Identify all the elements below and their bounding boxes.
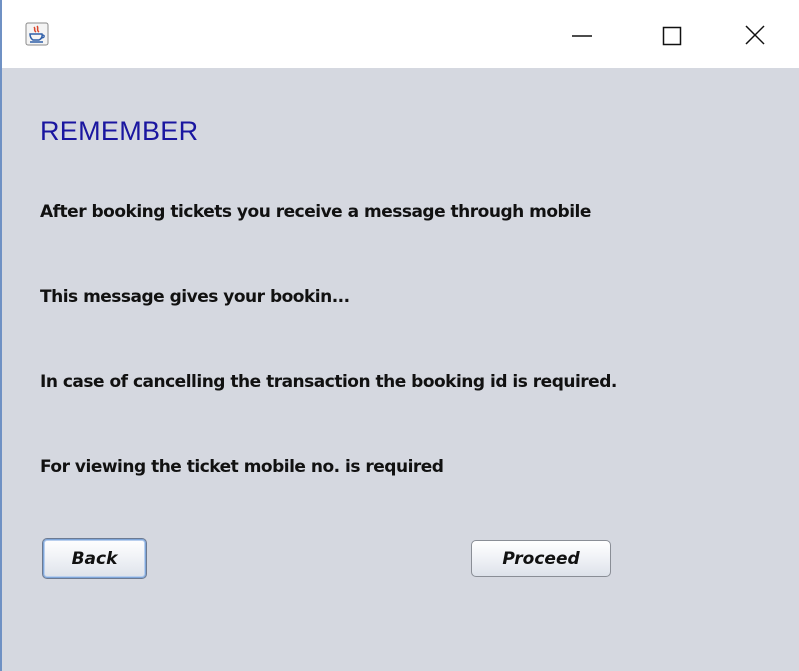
page-title: REMEMBER (40, 116, 199, 146)
dialog-content: REMEMBER After booking tickets you recei… (2, 68, 799, 671)
message-booking-sms: After booking tickets you receive a mess… (40, 202, 591, 222)
minimize-button[interactable] (562, 12, 608, 56)
java-app-icon (25, 22, 49, 46)
back-button[interactable]: Back (42, 538, 147, 579)
minimize-icon (572, 35, 592, 37)
maximize-button[interactable] (656, 12, 702, 56)
close-icon (745, 25, 765, 45)
app-window: REMEMBER After booking tickets you recei… (0, 0, 799, 671)
maximize-icon (662, 26, 682, 46)
proceed-button[interactable]: Proceed (471, 540, 611, 577)
close-button[interactable] (743, 12, 789, 56)
message-view-ticket-mobile: For viewing the ticket mobile no. is req… (40, 457, 444, 477)
message-booking-details: This message gives your bookin... (40, 287, 350, 307)
title-bar[interactable] (2, 0, 799, 68)
message-cancel-booking-id: In case of cancelling the transaction th… (40, 372, 617, 392)
